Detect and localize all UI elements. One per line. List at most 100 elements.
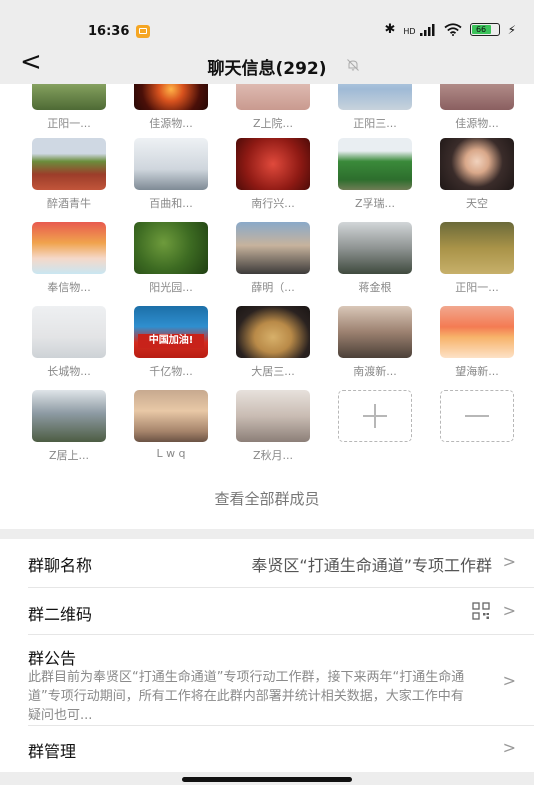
member-item[interactable]: 阳光园... [130,222,212,295]
signal-bars-icon [419,23,435,36]
member-avatar [32,306,106,358]
member-name: L w q [156,447,186,460]
group-name-value: 奉贤区“打通生命通道”专项工作群 [251,556,492,575]
member-name: 正阳一... [47,117,91,130]
member-name: 薛明（... [251,281,295,294]
member-avatar [338,84,412,110]
member-item[interactable]: 百曲和... [130,138,212,211]
chevron-right-icon: > [502,552,516,571]
member-name: 正阳一... [455,281,499,294]
group-notice-label: 群公告 [28,649,77,668]
member-name: Z居上... [48,449,90,462]
member-avatar [134,84,208,110]
member-name: Z孚瑞... [354,197,396,210]
member-item[interactable]: 正阳三... [334,84,416,131]
member-item[interactable]: 佳源物... [436,84,518,131]
member-grid: 正阳一... 佳源物... Z上院... 正阳三... 佳源物... 醉酒青牛 百曲和...… [0,84,534,521]
member-avatar [440,84,514,110]
status-icons: ✱ HD 66 ⚡ [384,22,516,37]
network-type-label: HD [403,26,416,36]
member-item[interactable]: 天空 [436,138,518,211]
member-avatar [32,222,106,274]
member-item[interactable]: 蒋金根 [334,222,416,295]
group-qr-label: 群二维码 [28,605,93,624]
plus-icon [338,390,412,442]
member-item[interactable]: 长城物... [28,306,110,379]
home-indicator[interactable] [182,777,352,782]
add-member-button[interactable] [334,390,416,442]
bluetooth-icon: ✱ [384,22,396,37]
status-bar: 16:36 ✱ HD 66 ⚡ [0,0,534,44]
group-manage-label: 群管理 [28,742,77,761]
member-item[interactable]: 正阳一... [28,84,110,131]
member-name: 佳源物... [149,117,193,130]
member-name: 南行兴... [251,197,295,210]
member-name: 千亿物... [149,365,193,378]
battery-icon: 66 [469,23,500,36]
group-notice-row[interactable]: 群公告 此群目前为奉贤区“打通生命通道”专项行动工作群，接下来两年“打通生命通道… [0,635,534,725]
member-avatar [236,138,310,190]
member-item[interactable]: 奉信物... [28,222,110,295]
member-name: 南渡新... [353,365,397,378]
member-avatar [338,222,412,274]
member-name: 天空 [466,197,488,210]
member-avatar [236,306,310,358]
member-item[interactable]: 薛明（... [232,222,314,295]
member-name: 阳光园... [149,281,193,294]
charging-icon: ⚡ [507,22,516,37]
member-name: 奉信物... [47,281,91,294]
member-item[interactable]: 望海新... [436,306,518,379]
notification-app-icon [136,25,150,38]
member-item[interactable]: 大居三... [232,306,314,379]
member-name: 百曲和... [149,197,193,210]
member-item[interactable]: 佳源物... [130,84,212,131]
member-item[interactable]: 醉酒青牛 [28,138,110,211]
minus-icon [440,390,514,442]
member-item[interactable]: Z上院... [232,84,314,131]
member-item[interactable]: Z秋月... [232,390,314,463]
member-avatar [440,138,514,190]
member-name: 正阳三... [353,117,397,130]
member-avatar [236,84,310,110]
qr-code-icon [472,602,490,620]
member-avatar [134,390,208,442]
member-item[interactable]: Z居上... [28,390,110,463]
wifi-icon [443,23,462,36]
icon-stroke [374,404,376,428]
section-separator [0,529,534,539]
group-name-row[interactable]: 群聊名称 奉贤区“打通生命通道”专项工作群 > [0,539,534,587]
group-name-label: 群聊名称 [28,556,93,575]
member-item[interactable]: 中国加油! 千亿物... [130,306,212,379]
chevron-right-icon: > [502,738,516,757]
member-avatar [32,84,106,110]
battery-level: 66 [471,25,491,34]
member-avatar [338,306,412,358]
cellular-signal-icon: HD [403,23,435,36]
member-avatar: 中国加油! [134,306,208,358]
group-qr-row[interactable]: 群二维码 > [0,588,534,634]
page-title: 聊天信息(292) [207,59,327,79]
nav-bar: < 聊天信息(292) [0,44,534,84]
chevron-right-icon: > [502,671,516,690]
group-manage-row[interactable]: 群管理 > [0,726,534,772]
icon-stroke [465,415,489,417]
member-avatar [440,306,514,358]
member-item[interactable]: 正阳一... [436,222,518,295]
member-item[interactable]: 南渡新... [334,306,416,379]
member-avatar [440,222,514,274]
member-item[interactable]: L w q [130,390,212,460]
member-avatar [134,222,208,274]
member-item[interactable]: 南行兴... [232,138,314,211]
member-avatar [236,222,310,274]
status-time: 16:36 [88,24,130,39]
member-name: 大居三... [251,365,295,378]
chevron-right-icon: > [502,601,516,620]
member-name: 蒋金根 [358,281,392,294]
mute-bell-icon [347,59,359,71]
member-item[interactable]: Z孚瑞... [334,138,416,211]
member-avatar [32,390,106,442]
member-name: 长城物... [47,365,91,378]
view-all-members-link[interactable]: 查看全部群成员 [0,488,534,509]
member-name: Z秋月... [252,449,294,462]
remove-member-button[interactable] [436,390,518,442]
